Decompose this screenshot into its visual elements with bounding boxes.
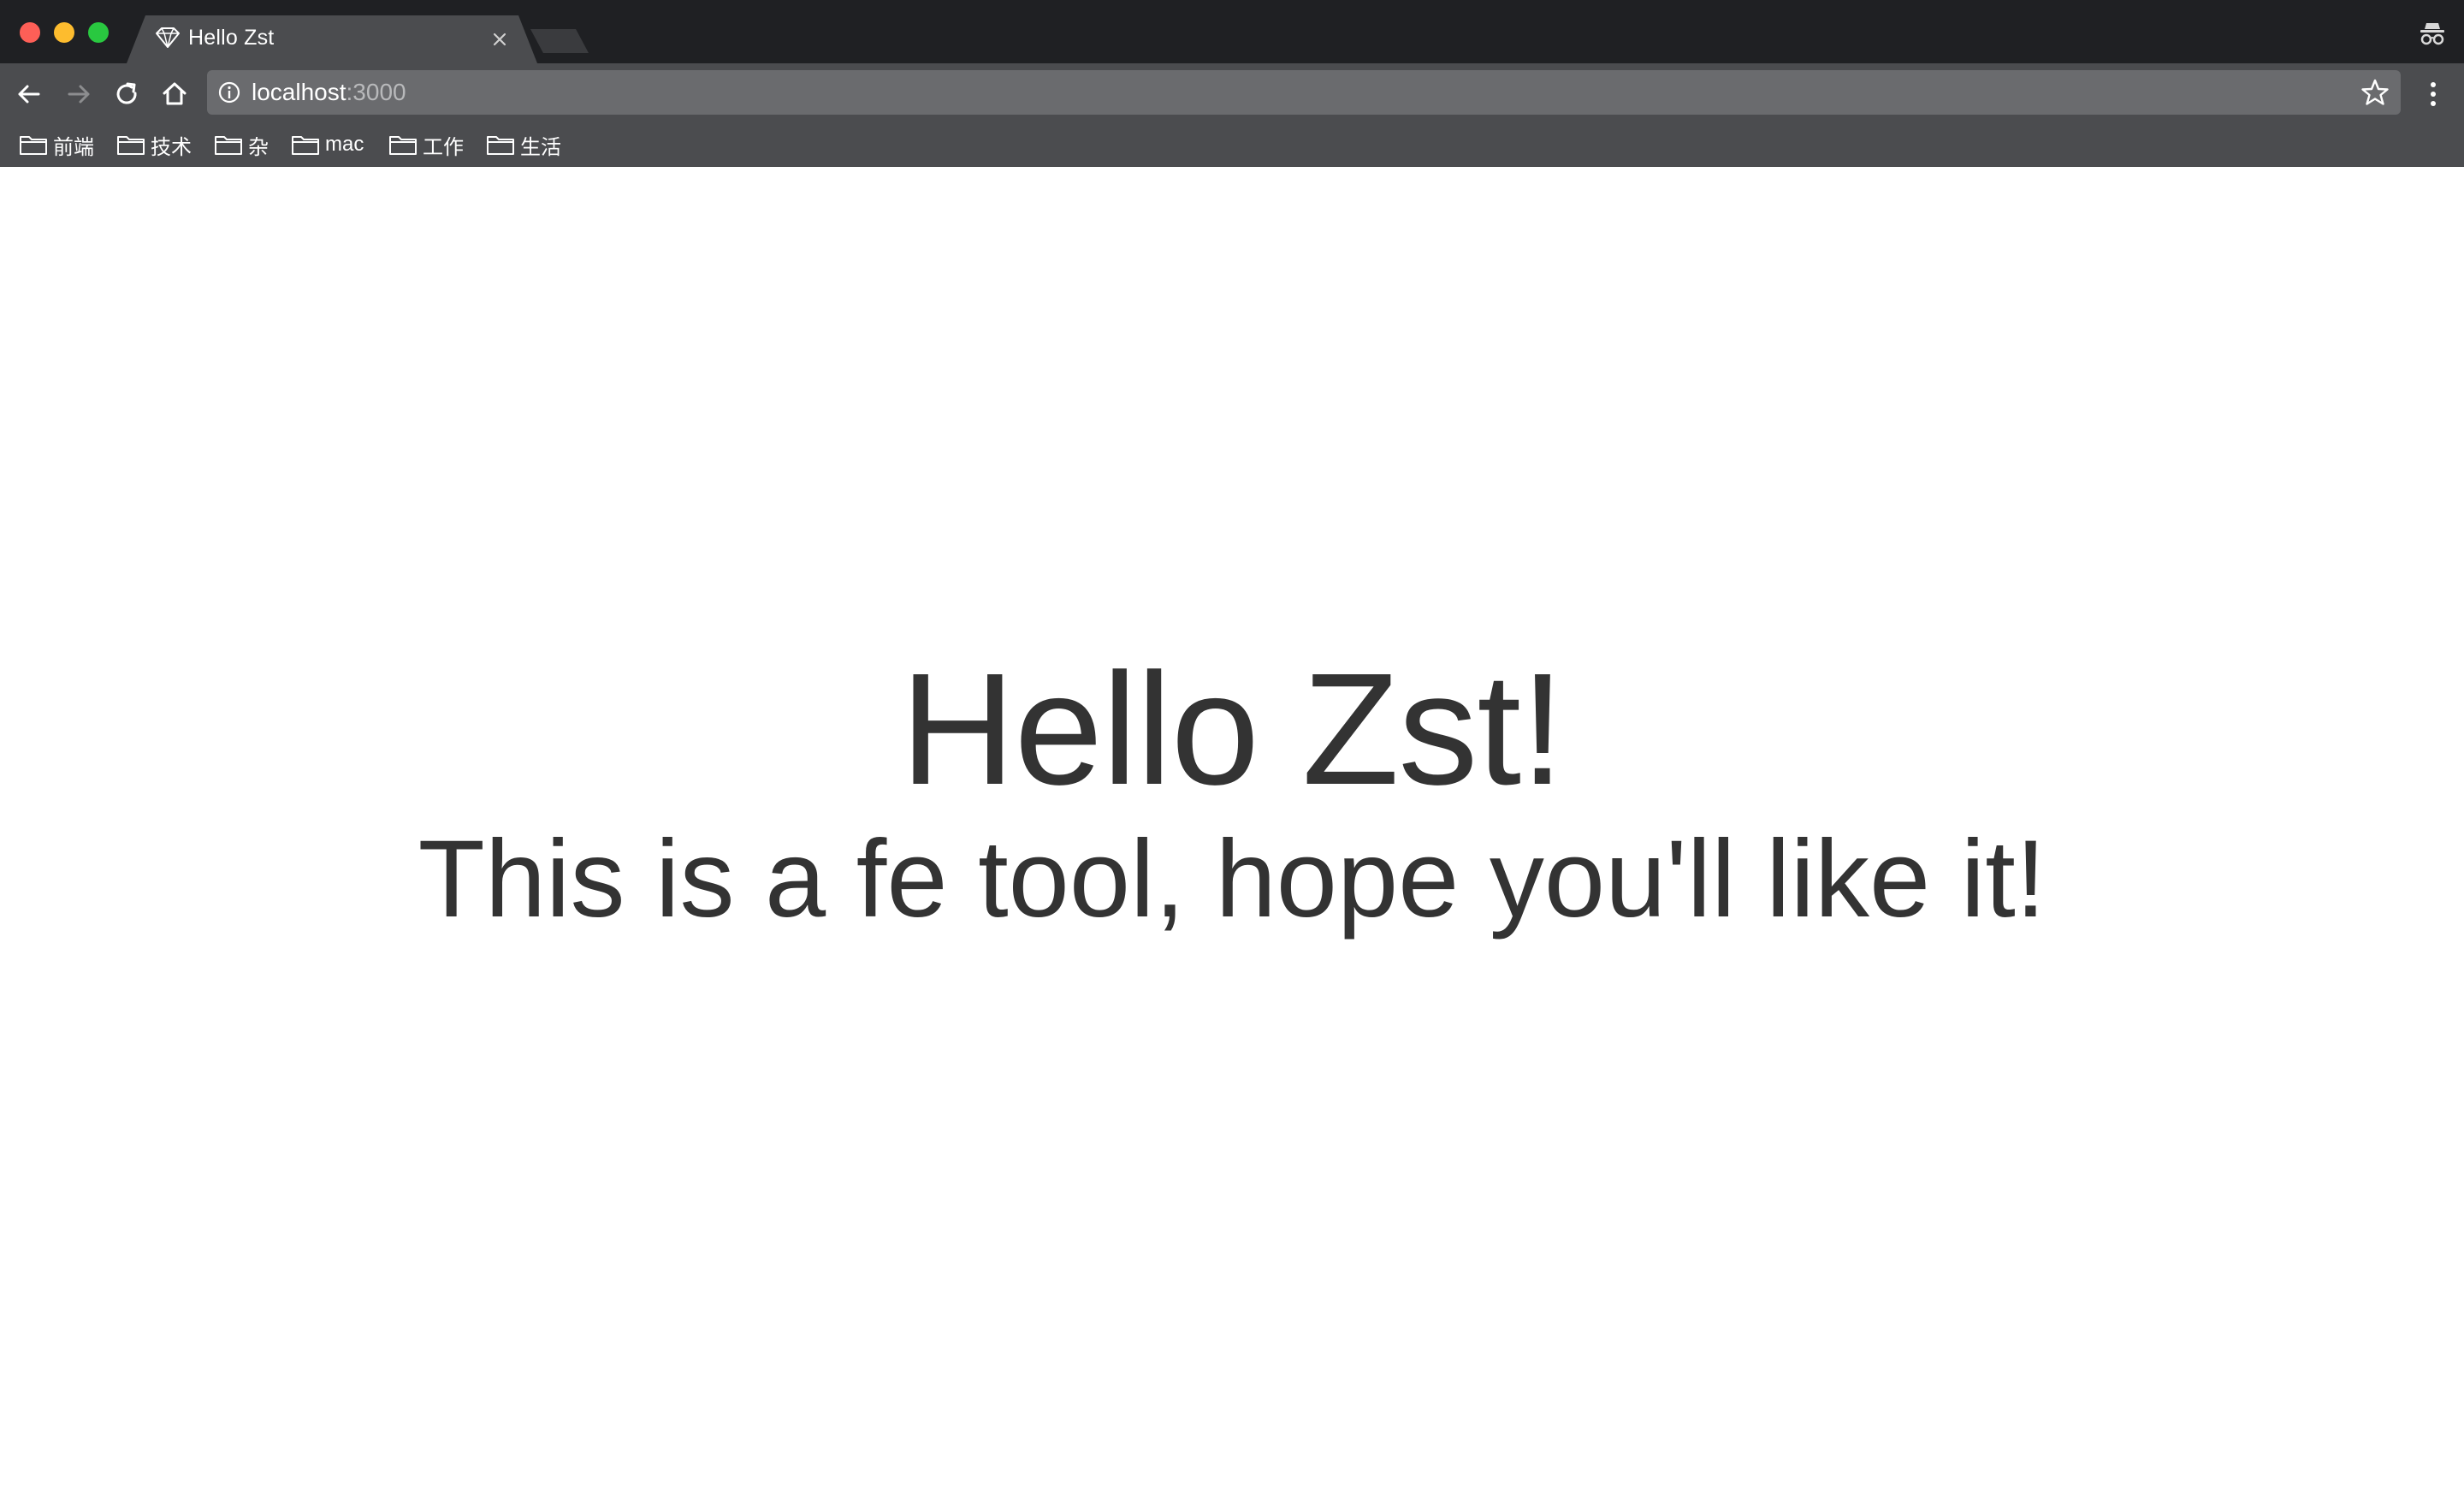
bookmark-folder-tech[interactable]: 技术 <box>116 128 192 161</box>
folder-icon <box>292 136 319 155</box>
close-window-button[interactable] <box>20 22 40 43</box>
url-text[interactable]: localhost:3000 <box>252 77 406 108</box>
arrow-right-icon <box>68 85 90 104</box>
bookmark-folder-work[interactable]: 工作 <box>388 128 464 161</box>
folder-icon <box>117 136 145 155</box>
arrow-left-icon <box>18 85 40 104</box>
bookmark-label: 技术 <box>151 135 192 159</box>
hero-subtitle: This is a fe tool, hope you'll like it! <box>418 818 2046 940</box>
incognito-icon <box>2418 19 2447 48</box>
folder-icon <box>389 136 417 155</box>
bookmark-folder-mac[interactable]: mac <box>291 128 364 161</box>
back-button[interactable] <box>12 77 46 111</box>
bookmark-folder-life[interactable]: 生活 <box>486 128 561 161</box>
maximize-window-button[interactable] <box>88 22 109 43</box>
bookmarks-bar: 前端 技术 杂 mac 工作 生活 <box>0 125 2464 167</box>
tab-hello-zst[interactable]: Hello Zst <box>127 15 537 63</box>
tab-strip: Hello Zst <box>0 0 2464 63</box>
bookmark-folder-frontend[interactable]: 前端 <box>19 128 94 161</box>
page-content: Hello Zst! This is a fe tool, hope you'l… <box>0 167 2464 1494</box>
info-icon[interactable] <box>217 80 241 104</box>
minimize-window-button[interactable] <box>54 22 74 43</box>
folder-icon <box>487 136 514 155</box>
menu-dots-icon[interactable] <box>2418 75 2449 113</box>
bookmark-label: mac <box>325 133 364 156</box>
reload-button[interactable] <box>110 77 144 111</box>
hero-title: Hello Zst! <box>900 641 1565 818</box>
toolbar: localhost:3000 <box>0 63 2464 125</box>
url-host: localhost <box>252 79 346 105</box>
forward-button[interactable] <box>62 77 96 111</box>
address-bar[interactable]: localhost:3000 <box>207 70 2401 115</box>
bookmark-folder-misc[interactable]: 杂 <box>214 128 269 161</box>
bookmark-label: 生活 <box>520 135 561 159</box>
bookmark-label: 工作 <box>423 135 464 159</box>
new-tab-button[interactable] <box>530 29 589 53</box>
star-icon[interactable] <box>2360 77 2390 108</box>
bookmark-label: 杂 <box>248 135 269 159</box>
bookmark-label: 前端 <box>53 135 94 159</box>
home-button[interactable] <box>157 77 192 111</box>
reload-icon <box>116 82 137 104</box>
home-icon <box>163 82 187 105</box>
url-port: :3000 <box>346 79 406 105</box>
tab-title: Hello Zst <box>188 26 275 50</box>
folder-icon <box>20 136 47 155</box>
folder-icon <box>215 136 242 155</box>
close-tab-icon[interactable] <box>486 26 513 53</box>
browser-window: Hello Zst localhost:3000 前端 技术 杂 mac 工作 … <box>0 0 2464 1494</box>
diamond-icon <box>152 26 183 50</box>
